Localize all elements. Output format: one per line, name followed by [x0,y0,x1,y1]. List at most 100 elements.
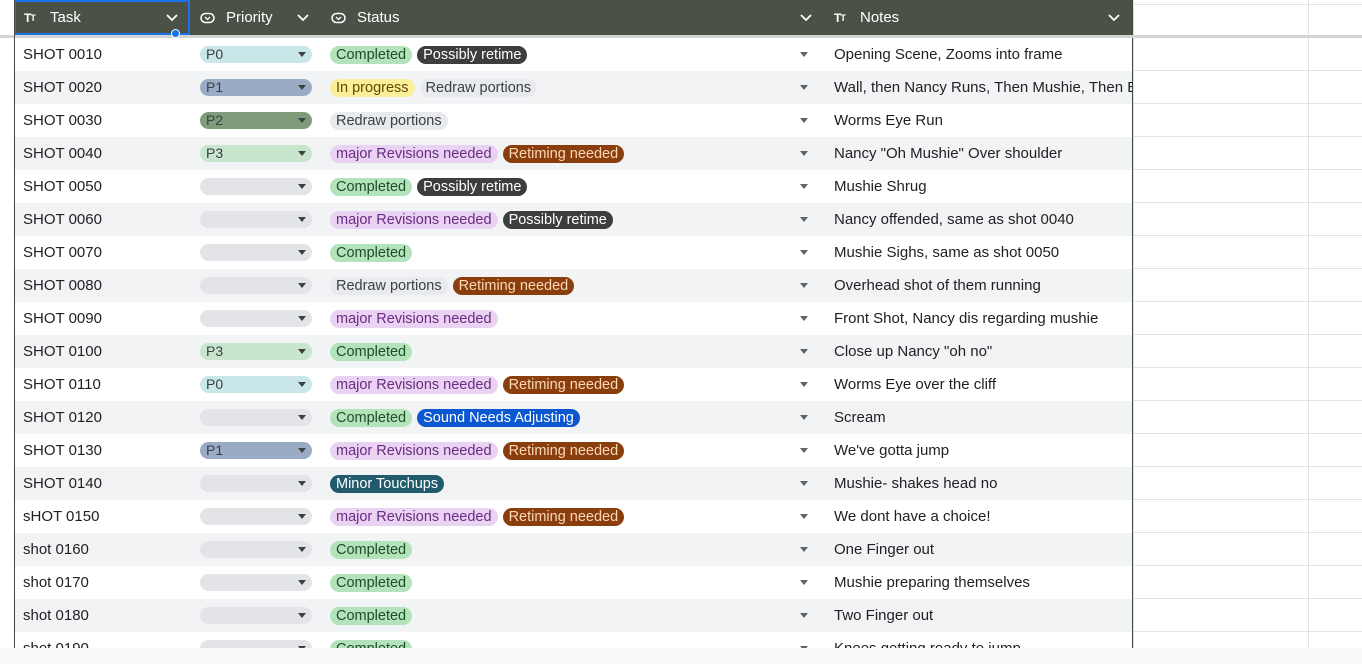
table-row[interactable]: SHOT 0010 P0 Completed Possibly retime Openi… [14,38,1132,71]
status-cell[interactable]: Completed [330,236,800,269]
priority-dropdown[interactable]: P0 [200,46,312,63]
column-header-status[interactable]: Status [331,0,400,35]
status-cell[interactable]: major Revisions needed Retiming needed [330,434,800,467]
status-dropdown-button[interactable] [797,71,811,104]
status-dropdown-button[interactable] [797,203,811,236]
chevron-down-icon[interactable] [1106,9,1122,25]
notes-cell[interactable]: Mushie preparing themselves [834,566,1132,599]
status-dropdown-button[interactable] [797,632,811,648]
table-row[interactable]: SHOT 0020 P1 In progress Redraw portions Wal… [14,71,1132,104]
status-cell[interactable]: major Revisions needed Retiming needed [330,500,800,533]
priority-cell[interactable] [200,401,312,434]
notes-cell[interactable]: Nancy offended, same as shot 0040 [834,203,1132,236]
priority-dropdown[interactable] [200,607,312,624]
notes-cell[interactable]: Close up Nancy "oh no" [834,335,1132,368]
notes-cell[interactable]: Nancy "Oh Mushie" Over shoulder [834,137,1132,170]
priority-dropdown[interactable] [200,211,312,228]
chevron-down-icon[interactable] [295,9,311,25]
status-cell[interactable]: Completed [330,566,800,599]
table-row[interactable]: SHOT 0040 P3 major Revisions needed Retimin… [14,137,1132,170]
notes-cell[interactable]: Overhead shot of them running [834,269,1132,302]
status-cell[interactable]: Completed [330,335,800,368]
status-dropdown-button[interactable] [797,368,811,401]
table-row[interactable]: shot 0160 Completed One Finger out [14,533,1132,566]
status-dropdown-button[interactable] [797,302,811,335]
task-cell[interactable]: sHOT 0150 [23,500,188,533]
priority-cell[interactable] [200,170,312,203]
table-row[interactable]: SHOT 0050 Completed Possibly retime Mushie … [14,170,1132,203]
priority-cell[interactable] [200,566,312,599]
table-row[interactable]: SHOT 0120 Completed Sound Needs Adjusting S… [14,401,1132,434]
priority-cell[interactable]: P3 [200,137,312,170]
table-row[interactable]: SHOT 0140 Minor Touchups Mushie- shakes he… [14,467,1132,500]
status-dropdown-button[interactable] [797,269,811,302]
status-dropdown-button[interactable] [797,434,811,467]
status-dropdown-button[interactable] [797,533,811,566]
status-cell[interactable]: Redraw portions [330,104,800,137]
notes-cell[interactable]: Worms Eye over the cliff [834,368,1132,401]
table-row[interactable]: SHOT 0130 P1 major Revisions needed Retimin… [14,434,1132,467]
status-cell[interactable]: Completed [330,632,800,648]
notes-cell[interactable]: Mushie Shrug [834,170,1132,203]
priority-dropdown[interactable] [200,541,312,558]
task-cell[interactable]: SHOT 0110 [23,368,188,401]
table-row[interactable]: shot 0170 Completed Mushie preparing thems… [14,566,1132,599]
task-cell[interactable]: SHOT 0060 [23,203,188,236]
task-cell[interactable]: SHOT 0070 [23,236,188,269]
task-cell[interactable]: SHOT 0130 [23,434,188,467]
table-row[interactable]: sHOT 0150 major Revisions needed Retiming … [14,500,1132,533]
priority-dropdown[interactable]: P2 [200,112,312,129]
notes-cell[interactable]: We've gotta jump [834,434,1132,467]
table-row[interactable]: SHOT 0030 P2 Redraw portions Worms Eye Run [14,104,1132,137]
priority-dropdown[interactable] [200,310,312,327]
priority-dropdown[interactable] [200,508,312,525]
task-cell[interactable]: shot 0160 [23,533,188,566]
task-cell[interactable]: SHOT 0050 [23,170,188,203]
priority-cell[interactable]: P1 [200,71,312,104]
priority-dropdown[interactable]: P1 [200,442,312,459]
priority-cell[interactable] [200,599,312,632]
status-dropdown-button[interactable] [797,599,811,632]
table-row[interactable]: shot 0190 Completed Knees getting ready to… [14,632,1132,648]
priority-cell[interactable] [200,467,312,500]
task-cell[interactable]: SHOT 0010 [23,38,188,71]
task-cell[interactable]: SHOT 0040 [23,137,188,170]
notes-cell[interactable]: Knees getting ready to jump [834,632,1132,648]
priority-dropdown[interactable] [200,409,312,426]
task-cell[interactable]: SHOT 0120 [23,401,188,434]
status-dropdown-button[interactable] [797,104,811,137]
status-cell[interactable]: Completed [330,599,800,632]
notes-cell[interactable]: Mushie Sighs, same as shot 0050 [834,236,1132,269]
priority-cell[interactable] [200,302,312,335]
status-cell[interactable]: major Revisions needed [330,302,800,335]
status-dropdown-button[interactable] [797,401,811,434]
status-cell[interactable]: major Revisions needed Retiming needed [330,137,800,170]
status-cell[interactable]: Completed Possibly retime [330,38,800,71]
priority-dropdown[interactable]: P3 [200,343,312,360]
status-dropdown-button[interactable] [797,500,811,533]
task-cell[interactable]: SHOT 0100 [23,335,188,368]
status-cell[interactable]: Minor Touchups [330,467,800,500]
task-cell[interactable]: shot 0170 [23,566,188,599]
status-dropdown-button[interactable] [797,236,811,269]
task-cell[interactable]: SHOT 0090 [23,302,188,335]
table-row[interactable]: SHOT 0110 P0 major Revisions needed Retimin… [14,368,1132,401]
status-dropdown-button[interactable] [797,137,811,170]
chevron-down-icon[interactable] [798,9,814,25]
priority-dropdown[interactable]: P1 [200,79,312,96]
notes-cell[interactable]: Front Shot, Nancy dis regarding mushie [834,302,1132,335]
status-dropdown-button[interactable] [797,170,811,203]
notes-cell[interactable]: Scream [834,401,1132,434]
task-cell[interactable]: shot 0180 [23,599,188,632]
priority-dropdown[interactable] [200,574,312,591]
status-cell[interactable]: major Revisions needed Possibly retime [330,203,800,236]
status-cell[interactable]: In progress Redraw portions [330,71,800,104]
priority-cell[interactable] [200,203,312,236]
task-cell[interactable]: shot 0190 [23,632,188,648]
status-dropdown-button[interactable] [797,467,811,500]
table-row[interactable]: SHOT 0080 Redraw portions Retiming needed O… [14,269,1132,302]
priority-dropdown[interactable] [200,244,312,261]
table-row[interactable]: SHOT 0100 P3 Completed Close up Nancy "oh n… [14,335,1132,368]
priority-cell[interactable] [200,632,312,648]
priority-cell[interactable] [200,533,312,566]
